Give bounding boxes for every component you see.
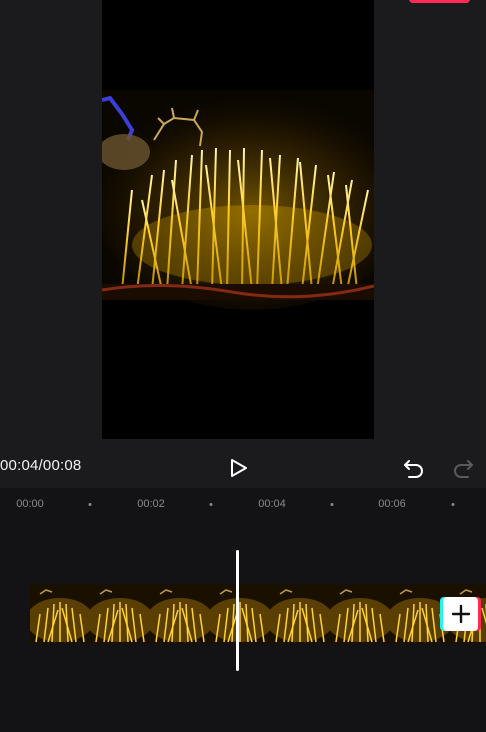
clip-thumbnail[interactable]: [326, 584, 394, 644]
ruler-label: 00:02: [137, 498, 165, 510]
ruler-dot: [330, 503, 334, 506]
clip-thumbnail[interactable]: [86, 584, 154, 644]
add-clip-button[interactable]: [443, 597, 478, 631]
preview-area: [0, 0, 486, 448]
video-clip-track[interactable]: [30, 584, 486, 644]
clip-thumbnail[interactable]: [266, 584, 334, 644]
playback-controls: 00:04/00:08: [0, 448, 486, 488]
time-ruler: 00:00 00:02 00:04 00:06: [0, 488, 486, 520]
clip-thumbnail[interactable]: [146, 584, 214, 644]
video-preview[interactable]: [102, 0, 374, 439]
clip-thumbnail[interactable]: [30, 584, 94, 644]
ruler-dot: [88, 503, 92, 506]
play-icon[interactable]: [225, 454, 253, 482]
video-frame-image: [102, 90, 374, 310]
ruler-label: 00:04: [258, 498, 286, 510]
ruler-dot: [451, 503, 455, 506]
redo-icon[interactable]: [449, 454, 477, 482]
playhead[interactable]: [236, 550, 239, 671]
ruler-dot: [209, 503, 213, 506]
timeline[interactable]: 00:00 00:02 00:04 00:06: [0, 488, 486, 732]
ruler-label: 00:00: [16, 498, 44, 510]
ruler-label: 00:06: [378, 498, 406, 510]
undo-icon[interactable]: [400, 454, 428, 482]
time-display: 00:04/00:08: [0, 457, 82, 474]
plus-icon: [451, 604, 470, 624]
clip-thumbnail[interactable]: [386, 584, 454, 644]
clip-thumbnail[interactable]: [206, 584, 274, 644]
export-button[interactable]: [409, 0, 470, 3]
